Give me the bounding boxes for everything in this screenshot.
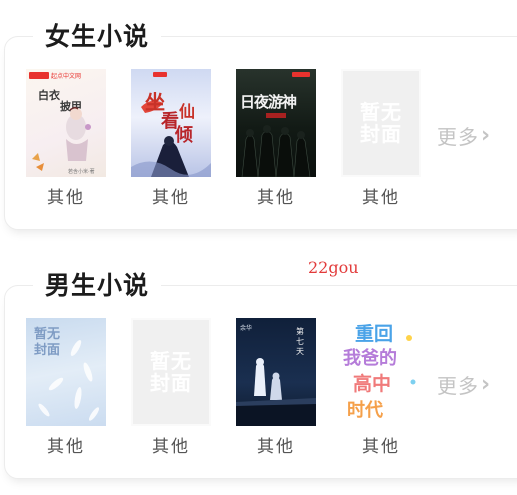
book-category-label: 其他 — [362, 437, 400, 457]
chevron-right-icon: › — [481, 372, 492, 397]
book-cover[interactable]: 余华 第 七 天 — [236, 318, 316, 426]
svg-text:封面: 封面 — [34, 342, 60, 358]
book-category-label: 其他 — [152, 188, 190, 208]
svg-text:重回: 重回 — [355, 323, 393, 345]
svg-text:我爸的: 我爸的 — [343, 347, 397, 369]
chevron-right-icon: › — [481, 123, 492, 148]
female-novels-section: 女生小说 起点中文网 白衣 披甲 若含小米·著 其他 坐 看 仙 倾 其他 日夜… — [4, 17, 517, 230]
svg-text:余华: 余华 — [240, 324, 252, 332]
publisher-logo: 起点中文网 — [51, 72, 81, 80]
more-label: 更多 — [437, 374, 479, 398]
svg-text:日夜游神: 日夜游神 — [240, 93, 297, 111]
svg-text:时代: 时代 — [347, 400, 383, 421]
svg-text:天: 天 — [296, 347, 304, 356]
watermark: 22gou — [308, 258, 359, 277]
book-category-label: 其他 — [362, 188, 400, 208]
book-cover[interactable]: 起点中文网 白衣 披甲 若含小米·著 — [26, 69, 106, 177]
book-cover[interactable]: 坐 看 仙 倾 — [131, 69, 211, 177]
more-button-male[interactable]: 更多 › — [437, 370, 491, 399]
more-label: 更多 — [437, 125, 479, 149]
svg-text:暂无: 暂无 — [34, 326, 60, 342]
svg-text:七: 七 — [296, 337, 304, 346]
book-category-label: 其他 — [47, 437, 85, 457]
section-title-male: 男生小说 — [33, 266, 162, 306]
svg-text:仙: 仙 — [179, 102, 195, 121]
svg-text:倾: 倾 — [174, 125, 193, 146]
svg-text:若含小米·著: 若含小米·著 — [68, 168, 95, 175]
male-novels-section: 男生小说 暂无 封面 其他 暂无 封面 其他 余华 第 七 天 其他 重回 我爸… — [4, 266, 517, 479]
svg-text:第: 第 — [296, 326, 304, 336]
book-cover[interactable]: 暂无 封面 — [26, 318, 106, 426]
svg-text:高中: 高中 — [353, 372, 391, 395]
svg-text:白衣: 白衣 — [38, 88, 61, 102]
book-category-label: 其他 — [152, 437, 190, 457]
book-cover-placeholder[interactable]: 暂无 封面 — [131, 318, 211, 426]
section-title-female: 女生小说 — [33, 17, 162, 57]
book-cover-placeholder[interactable]: 暂无 封面 — [341, 69, 421, 177]
more-button-female[interactable]: 更多 › — [437, 121, 491, 150]
no-cover-text: 暂无 封面 — [360, 100, 402, 146]
book-category-label: 其他 — [257, 188, 295, 208]
book-cover[interactable]: 日夜游神 — [236, 69, 316, 177]
book-category-label: 其他 — [47, 188, 85, 208]
no-cover-text: 暂无 封面 — [150, 349, 192, 395]
book-cover[interactable]: 重回 我爸的 高中 时代 — [341, 318, 421, 426]
book-category-label: 其他 — [257, 437, 295, 457]
